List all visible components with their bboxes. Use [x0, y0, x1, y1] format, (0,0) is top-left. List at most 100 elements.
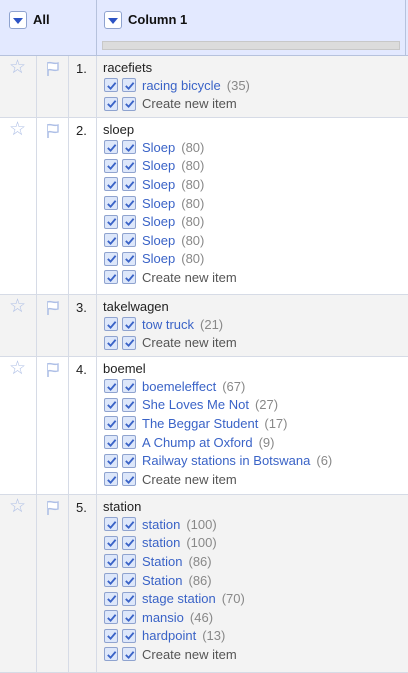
candidate-score: (80) — [181, 158, 205, 174]
match-all-similar-checkbox[interactable] — [122, 214, 136, 229]
candidate-link[interactable]: Sloep — [142, 158, 175, 173]
match-this-cell-checkbox[interactable] — [104, 177, 118, 192]
match-this-cell-checkbox[interactable] — [104, 554, 118, 569]
match-this-cell-checkbox[interactable] — [104, 317, 118, 332]
match-all-similar-checkbox[interactable] — [122, 397, 136, 412]
candidate-link[interactable]: Sloep — [142, 251, 175, 266]
candidate-link[interactable]: A Chump at Oxford — [142, 435, 253, 450]
candidate-link[interactable]: Station — [142, 573, 182, 588]
candidate-link[interactable]: tow truck — [142, 317, 194, 332]
match-all-similar-checkbox[interactable] — [122, 416, 136, 431]
candidate-score: (80) — [181, 139, 205, 155]
candidate-link[interactable]: racing bicycle — [142, 78, 221, 93]
row-number: 3. — [76, 300, 87, 315]
create-this-cell-checkbox[interactable] — [104, 96, 118, 111]
candidate-link[interactable]: Railway stations in Botswana — [142, 453, 310, 468]
candidate-link[interactable]: hardpoint — [142, 628, 196, 643]
candidate-link[interactable]: Sloep — [142, 196, 175, 211]
flag-icon[interactable] — [44, 499, 62, 517]
create-all-similar-checkbox[interactable] — [122, 270, 136, 285]
table-row: ☆ 4. boemel boemeleffect (67) She Loves Me No… — [0, 357, 408, 495]
match-all-similar-checkbox[interactable] — [122, 177, 136, 192]
candidate-link[interactable]: Sloep — [142, 177, 175, 192]
create-new-item-link[interactable]: Create new item — [142, 96, 237, 111]
create-new-item: Create new item — [104, 645, 245, 664]
match-all-similar-checkbox[interactable] — [122, 196, 136, 211]
match-all-similar-checkbox[interactable] — [122, 379, 136, 394]
create-new-item-link[interactable]: Create new item — [142, 647, 237, 662]
flag-icon[interactable] — [44, 299, 62, 317]
column-1-dropdown-button[interactable] — [104, 11, 122, 29]
candidate-link[interactable]: station — [142, 517, 180, 532]
candidate-link[interactable]: boemeleffect — [142, 379, 216, 394]
match-this-cell-checkbox[interactable] — [104, 628, 118, 643]
match-all-similar-checkbox[interactable] — [122, 251, 136, 266]
star-icon[interactable]: ☆ — [9, 359, 26, 379]
star-icon[interactable]: ☆ — [9, 497, 26, 517]
match-all-similar-checkbox[interactable] — [122, 158, 136, 173]
candidate-link[interactable]: She Loves Me Not — [142, 397, 249, 412]
match-this-cell-checkbox[interactable] — [104, 535, 118, 550]
match-this-cell-checkbox[interactable] — [104, 573, 118, 588]
all-column-label: All — [33, 12, 50, 27]
match-this-cell-checkbox[interactable] — [104, 379, 118, 394]
create-new-item-link[interactable]: Create new item — [142, 472, 237, 487]
create-this-cell-checkbox[interactable] — [104, 647, 118, 662]
flag-icon[interactable] — [44, 60, 62, 78]
match-this-cell-checkbox[interactable] — [104, 140, 118, 155]
match-this-cell-checkbox[interactable] — [104, 416, 118, 431]
match-all-similar-checkbox[interactable] — [122, 453, 136, 468]
match-all-similar-checkbox[interactable] — [122, 140, 136, 155]
candidate-item: tow truck (21) — [104, 315, 237, 334]
flag-icon[interactable] — [44, 122, 62, 140]
candidate-link[interactable]: stage station — [142, 591, 216, 606]
create-all-similar-checkbox[interactable] — [122, 335, 136, 350]
match-all-similar-checkbox[interactable] — [122, 517, 136, 532]
match-this-cell-checkbox[interactable] — [104, 214, 118, 229]
create-this-cell-checkbox[interactable] — [104, 270, 118, 285]
flag-icon[interactable] — [44, 361, 62, 379]
candidate-link[interactable]: The Beggar Student — [142, 416, 258, 431]
star-icon[interactable]: ☆ — [9, 297, 26, 317]
match-this-cell-checkbox[interactable] — [104, 233, 118, 248]
match-all-similar-checkbox[interactable] — [122, 78, 136, 93]
candidate-item: Station (86) — [104, 571, 245, 590]
match-this-cell-checkbox[interactable] — [104, 610, 118, 625]
match-this-cell-checkbox[interactable] — [104, 251, 118, 266]
match-all-similar-checkbox[interactable] — [122, 610, 136, 625]
candidate-link[interactable]: Sloep — [142, 140, 175, 155]
create-all-similar-checkbox[interactable] — [122, 472, 136, 487]
table-row: ☆ 3. takelwagen tow truck (21) Create new ite… — [0, 295, 408, 357]
match-this-cell-checkbox[interactable] — [104, 397, 118, 412]
match-this-cell-checkbox[interactable] — [104, 158, 118, 173]
candidate-link[interactable]: mansio — [142, 610, 184, 625]
create-all-similar-checkbox[interactable] — [122, 96, 136, 111]
match-all-similar-checkbox[interactable] — [122, 233, 136, 248]
match-all-similar-checkbox[interactable] — [122, 573, 136, 588]
candidate-link[interactable]: Station — [142, 554, 182, 569]
match-all-similar-checkbox[interactable] — [122, 554, 136, 569]
create-new-item-link[interactable]: Create new item — [142, 270, 237, 285]
match-this-cell-checkbox[interactable] — [104, 196, 118, 211]
candidate-link[interactable]: Sloep — [142, 233, 175, 248]
match-all-similar-checkbox[interactable] — [122, 628, 136, 643]
candidate-link[interactable]: Sloep — [142, 214, 175, 229]
candidate-item: station (100) — [104, 534, 245, 553]
all-dropdown-button[interactable] — [9, 11, 27, 29]
match-this-cell-checkbox[interactable] — [104, 517, 118, 532]
match-this-cell-checkbox[interactable] — [104, 435, 118, 450]
create-all-similar-checkbox[interactable] — [122, 647, 136, 662]
match-this-cell-checkbox[interactable] — [104, 78, 118, 93]
star-icon[interactable]: ☆ — [9, 58, 26, 78]
candidate-link[interactable]: station — [142, 535, 180, 550]
match-all-similar-checkbox[interactable] — [122, 591, 136, 606]
match-this-cell-checkbox[interactable] — [104, 453, 118, 468]
match-all-similar-checkbox[interactable] — [122, 317, 136, 332]
create-this-cell-checkbox[interactable] — [104, 472, 118, 487]
star-icon[interactable]: ☆ — [9, 120, 26, 140]
match-this-cell-checkbox[interactable] — [104, 591, 118, 606]
match-all-similar-checkbox[interactable] — [122, 535, 136, 550]
match-all-similar-checkbox[interactable] — [122, 435, 136, 450]
create-new-item-link[interactable]: Create new item — [142, 335, 237, 350]
create-this-cell-checkbox[interactable] — [104, 335, 118, 350]
